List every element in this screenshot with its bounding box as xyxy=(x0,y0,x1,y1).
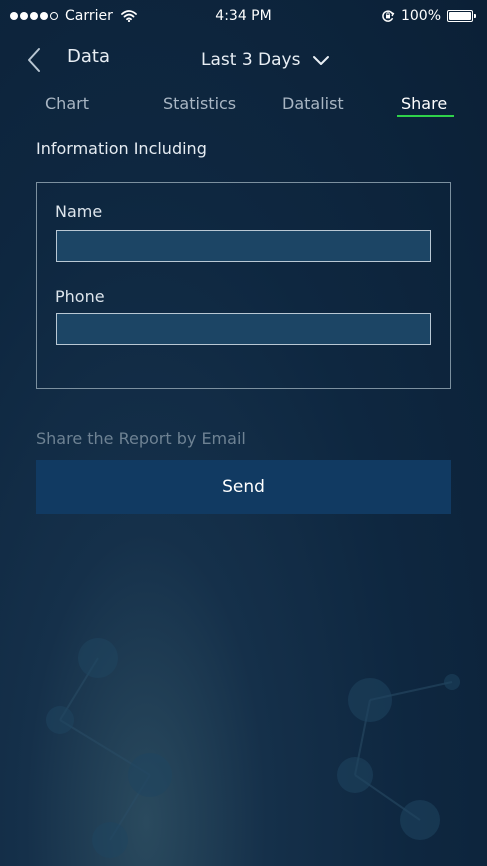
back-label: Data xyxy=(67,46,110,67)
share-by-email-label: Share the Report by Email xyxy=(36,429,246,448)
active-tab-indicator xyxy=(397,115,454,117)
background-network-decoration xyxy=(46,638,460,858)
date-range-dropdown[interactable]: Last 3 Days xyxy=(201,50,330,70)
orientation-lock-icon xyxy=(382,10,395,22)
name-label: Name xyxy=(55,202,103,221)
tab-chart[interactable]: Chart xyxy=(45,94,89,113)
phone-input[interactable] xyxy=(56,313,431,345)
tab-share[interactable]: Share xyxy=(401,94,447,113)
tab-statistics[interactable]: Statistics xyxy=(163,94,236,113)
back-button[interactable]: Data xyxy=(22,46,110,72)
battery-icon xyxy=(447,10,476,22)
name-input[interactable] xyxy=(56,230,431,262)
battery-level-fill xyxy=(449,12,471,20)
section-title: Information Including xyxy=(36,139,207,158)
battery-percent: 100% xyxy=(400,8,441,24)
chevron-down-icon xyxy=(313,56,330,65)
chevron-left-icon xyxy=(28,48,40,72)
phone-label: Phone xyxy=(55,287,105,306)
date-range-label: Last 3 Days xyxy=(201,50,301,70)
nav-bar: Data Last 3 Days xyxy=(0,40,487,84)
send-button[interactable]: Send xyxy=(36,460,451,514)
tab-datalist[interactable]: Datalist xyxy=(282,94,344,113)
status-bar: Carrier 4:34 PM 100% xyxy=(0,0,487,34)
status-right: 100% xyxy=(381,8,476,24)
information-box: Name Phone xyxy=(36,182,451,389)
